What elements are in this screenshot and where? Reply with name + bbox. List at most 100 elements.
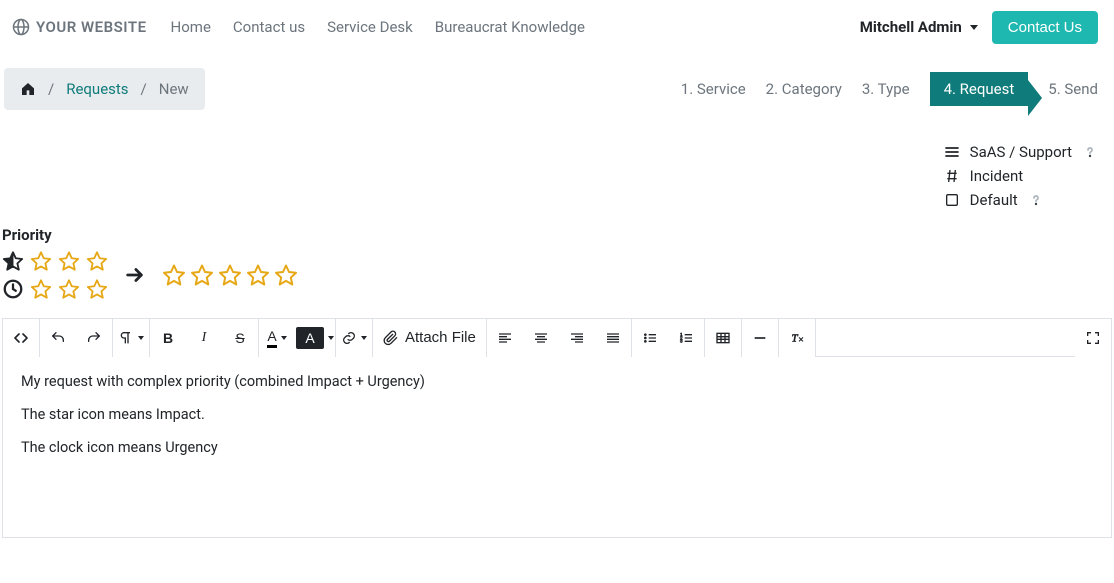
nav-service-desk[interactable]: Service Desk <box>327 18 413 36</box>
unordered-list-button[interactable] <box>632 319 668 357</box>
code-view-button[interactable] <box>3 319 39 357</box>
list-ol-icon <box>678 330 694 346</box>
wizard-step-5[interactable]: 5. Send <box>1048 80 1098 98</box>
italic-button[interactable]: I <box>186 319 222 357</box>
align-center-button[interactable] <box>523 319 559 357</box>
undo-icon <box>50 330 66 346</box>
redo-button[interactable] <box>76 319 112 357</box>
rich-text-editor: B I S A A Attach File <box>2 318 1112 538</box>
text-color-button[interactable]: A <box>259 319 295 357</box>
horizontal-rule-button[interactable] <box>742 319 778 357</box>
bars-icon <box>944 144 960 160</box>
list-ul-icon <box>642 330 658 346</box>
wizard-step-1[interactable]: 1. Service <box>681 80 746 98</box>
link-button[interactable] <box>336 319 372 357</box>
ordered-list-button[interactable] <box>668 319 704 357</box>
chevron-down-icon <box>281 336 287 340</box>
result-star-2 <box>190 263 214 287</box>
home-icon[interactable] <box>20 81 36 97</box>
editor-p1: My request with complex priority (combin… <box>21 373 1093 390</box>
star-half-icon <box>2 250 24 272</box>
priority-label: Priority <box>2 226 1112 244</box>
chevron-down-icon <box>970 25 978 30</box>
editor-p2: The star icon means Impact. <box>21 406 1093 423</box>
code-icon <box>13 330 29 346</box>
user-name: Mitchell Admin <box>860 18 962 36</box>
wizard-step-3[interactable]: 3. Type <box>862 80 910 98</box>
clock-icon <box>2 278 24 300</box>
context-service: SaAS / Support <box>944 140 1098 164</box>
nav-home[interactable]: Home <box>171 18 211 36</box>
contact-us-button[interactable]: Contact Us <box>992 11 1098 44</box>
brand[interactable]: YOUR WEBSITE <box>12 18 147 36</box>
pilcrow-icon <box>118 330 134 346</box>
minus-icon <box>752 330 768 346</box>
impact-star-3[interactable] <box>86 250 108 272</box>
attach-file-button[interactable]: Attach File <box>373 319 486 357</box>
clear-format-button[interactable] <box>779 319 815 357</box>
fullscreen-button[interactable] <box>1075 319 1111 357</box>
arrow-right-icon <box>124 264 146 286</box>
attach-file-label: Attach File <box>405 329 476 346</box>
priority-inputs <box>2 250 108 300</box>
globe-icon <box>12 18 30 36</box>
nav-knowledge[interactable]: Bureaucrat Knowledge <box>435 18 585 36</box>
breadcrumb-separator: / <box>48 80 54 98</box>
brand-name: YOUR WEBSITE <box>36 18 147 36</box>
square-icon <box>944 192 960 208</box>
bold-button[interactable]: B <box>150 319 186 357</box>
chevron-down-icon <box>361 336 367 340</box>
urgency-star-3[interactable] <box>86 278 108 300</box>
link-icon <box>341 330 357 346</box>
breadcrumb: / Requests / New <box>4 68 205 110</box>
align-right-button[interactable] <box>559 319 595 357</box>
redo-icon <box>86 330 102 346</box>
result-star-4 <box>246 263 270 287</box>
align-left-button[interactable] <box>487 319 523 357</box>
editor-p3: The clock icon means Urgency <box>21 439 1093 456</box>
align-center-icon <box>533 330 549 346</box>
context-category-label: Incident <box>970 167 1023 185</box>
editor-content[interactable]: My request with complex priority (combin… <box>3 357 1111 537</box>
result-star-1 <box>162 263 186 287</box>
fullscreen-icon <box>1085 330 1101 346</box>
urgency-row <box>2 278 108 300</box>
wizard-step-2[interactable]: 2. Category <box>766 80 842 98</box>
breadcrumb-current: New <box>159 80 189 98</box>
breadcrumb-wizard-row: / Requests / New 1. Service 2. Category … <box>0 54 1114 110</box>
priority-section: Priority <box>0 212 1114 318</box>
urgency-star-2[interactable] <box>58 278 80 300</box>
paperclip-icon <box>383 330 399 346</box>
hash-icon <box>944 168 960 184</box>
impact-star-1[interactable] <box>30 250 52 272</box>
undo-button[interactable] <box>40 319 76 357</box>
context-wrap: SaAS / Support Incident Default <box>0 110 1114 212</box>
paragraph-style-button[interactable] <box>113 319 149 357</box>
wizard-step-4-active[interactable]: 4. Request <box>930 80 1029 98</box>
nav-links: Home Contact us Service Desk Bureaucrat … <box>171 18 585 36</box>
context-type-label: Default <box>970 191 1018 209</box>
table-icon <box>715 330 731 346</box>
context-service-label: SaAS / Support <box>970 143 1072 161</box>
table-button[interactable] <box>705 319 741 357</box>
breadcrumb-requests[interactable]: Requests <box>66 80 128 98</box>
help-icon[interactable] <box>1082 144 1098 160</box>
help-icon[interactable] <box>1028 192 1044 208</box>
context-box: SaAS / Support Incident Default <box>944 110 1114 212</box>
align-justify-button[interactable] <box>595 319 631 357</box>
breadcrumb-separator: / <box>141 80 147 98</box>
highlight-button[interactable]: A <box>295 319 335 357</box>
result-star-3 <box>218 263 242 287</box>
result-star-5 <box>274 263 298 287</box>
priority-result <box>162 263 298 287</box>
align-left-icon <box>497 330 513 346</box>
nav-contact[interactable]: Contact us <box>233 18 305 36</box>
context-type: Default <box>944 188 1098 212</box>
user-menu[interactable]: Mitchell Admin <box>860 18 978 36</box>
chevron-down-icon <box>328 336 334 340</box>
impact-star-2[interactable] <box>58 250 80 272</box>
strike-button[interactable]: S <box>222 319 258 357</box>
context-category: Incident <box>944 164 1098 188</box>
align-justify-icon <box>605 330 621 346</box>
urgency-star-1[interactable] <box>30 278 52 300</box>
